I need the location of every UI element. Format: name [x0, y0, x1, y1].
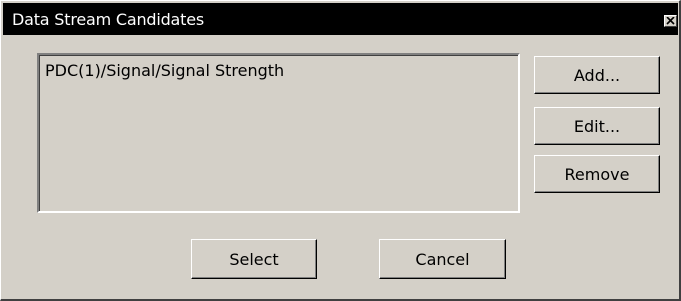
remove-button[interactable]: Remove	[534, 155, 660, 193]
window-title: Data Stream Candidates	[12, 9, 204, 29]
title-bar[interactable]: Data Stream Candidates	[3, 3, 678, 35]
cancel-button[interactable]: Cancel	[379, 239, 506, 279]
select-button[interactable]: Select	[191, 239, 317, 279]
add-button[interactable]: Add...	[534, 56, 660, 94]
close-icon	[666, 17, 675, 25]
dialog-window: Data Stream Candidates PDC(1)/Signal/Sig…	[0, 0, 681, 301]
candidates-listbox[interactable]: PDC(1)/Signal/Signal Strength	[37, 53, 520, 213]
edit-button[interactable]: Edit...	[534, 107, 660, 145]
list-item[interactable]: PDC(1)/Signal/Signal Strength	[45, 61, 512, 81]
close-button[interactable]	[664, 15, 677, 27]
